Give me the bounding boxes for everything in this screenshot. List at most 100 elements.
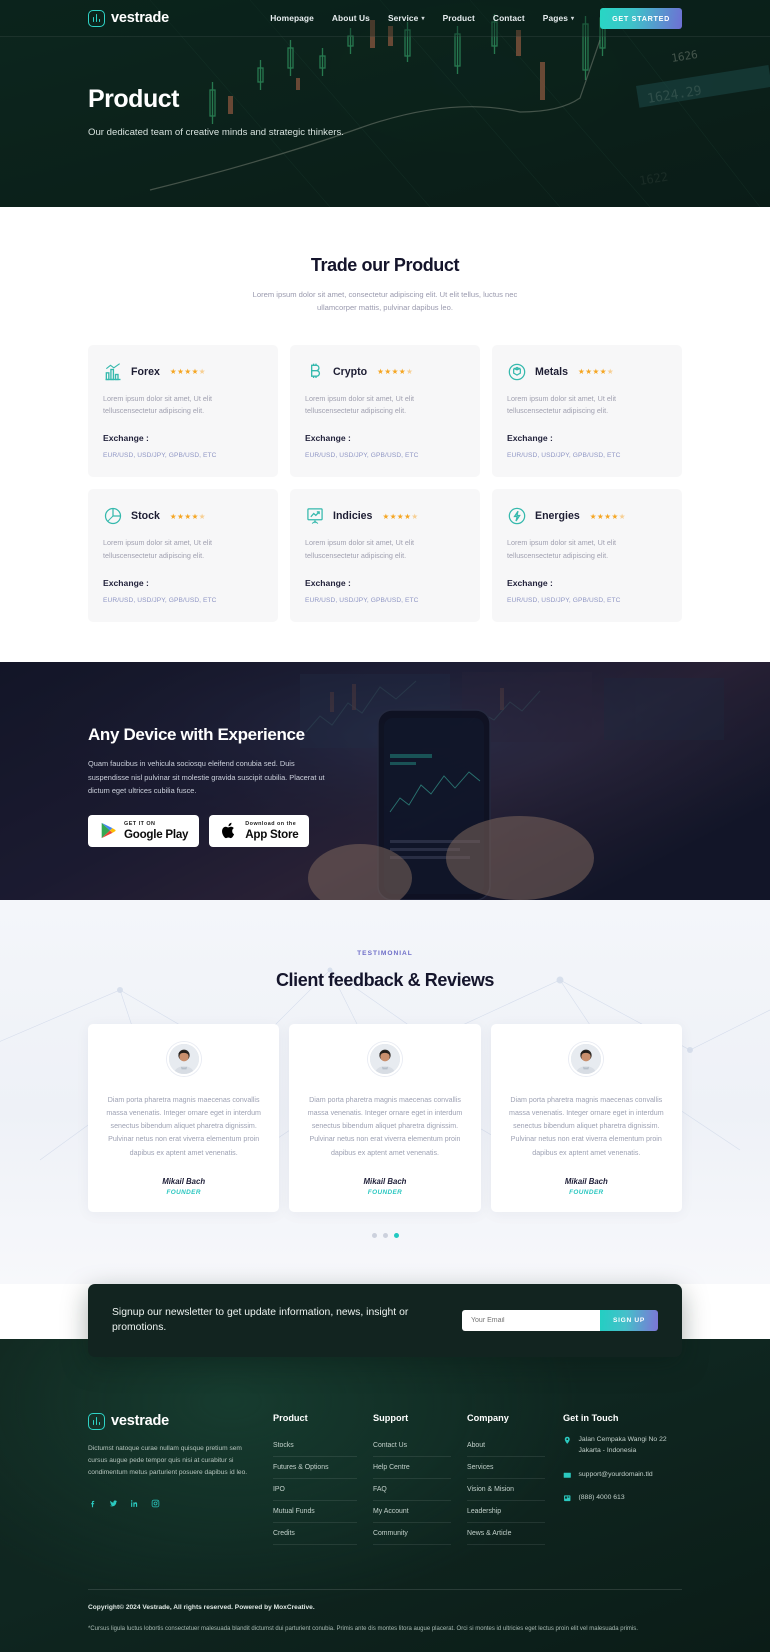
nav-item-pages[interactable]: Pages ▾ [543,13,574,23]
nav-item-service[interactable]: Service ▾ [388,13,425,23]
testimonial-role: FOUNDER [569,1188,604,1196]
footer-column-support: Support Contact Us Help Centre FAQ My Ac… [373,1413,467,1545]
footer-link[interactable]: Leadership [467,1501,545,1523]
male-avatar-photo [168,1044,199,1075]
badge-text: GET IT ON Google Play [124,821,189,841]
nav-label: About Us [331,13,370,23]
bolt-circle-icon [507,506,527,526]
product-card-energies[interactable]: Energies ★ ★ ★ ★ ★ Lorem ipsum dolor sit ame… [492,489,682,623]
avatar [367,1042,402,1077]
card-header: Crypto ★ ★ ★ ★ ★ [305,362,465,382]
copyright-text: Copyright© 2024 Vestrade, All rights res… [88,1603,315,1611]
get-started-button[interactable]: GET STARTED [600,7,682,29]
footer-link[interactable]: IPO [273,1479,357,1501]
product-name: Stock [131,510,160,523]
footer-link[interactable]: Mutual Funds [273,1501,357,1523]
nav-label: Service [387,13,419,23]
newsletter-form: SIGN UP [462,1309,658,1331]
footer-column-company: Company About Services Vision & Mision L… [467,1413,563,1545]
app-store-button[interactable]: Download on the App Store [209,815,310,847]
main-navigation: vestrade Homepage About Us Service ▾ Prod… [0,0,770,37]
facebook-icon[interactable] [88,1499,97,1508]
nav-item-product[interactable]: Product [443,13,475,23]
instagram-icon[interactable] [151,1499,160,1508]
contact-email[interactable]: support@yourdomain.tld [563,1470,682,1481]
sign-up-button[interactable]: SIGN UP [599,1309,658,1331]
testimonial-card[interactable]: Diam porta pharetra magnis maecenas conv… [490,1024,682,1212]
brand-logo[interactable]: vestrade [88,9,169,27]
device-section: Any Device with Experience Quam faucibus… [0,662,770,901]
footer-link[interactable]: Stocks [273,1435,357,1457]
footer-link[interactable]: News & Article [467,1523,545,1545]
testimonial-card[interactable]: Diam porta pharetra magnis maecenas conv… [289,1024,481,1212]
footer-link[interactable]: Help Centre [373,1457,451,1479]
product-card-indicies[interactable]: Indicies ★ ★ ★ ★ ★ Lorem ipsum dolor sit ame… [290,489,480,623]
exchange-label: Exchange : [103,433,149,444]
fine-print-text: *Cursus ligula luctus lobortis consectet… [88,1625,638,1632]
section-eyebrow: TESTIMONIAL [357,950,413,958]
footer-link[interactable]: Services [467,1457,545,1479]
carousel-dot-2[interactable] [382,1232,388,1238]
contact-phone[interactable]: (888) 4000 613 [563,1493,682,1504]
footer-logo[interactable]: vestrade [88,1412,273,1430]
device-content: Any Device with Experience Quam faucibus… [0,662,420,847]
cube-circle-icon [507,362,527,382]
linkedin-icon[interactable] [130,1499,139,1508]
testimonial-content: TESTIMONIAL Client feedback & Reviews Di… [88,950,682,1238]
footer-brand-column: vestrade Dictumst natoque curae nullam q… [88,1412,273,1545]
footer-link[interactable]: FAQ [373,1479,451,1501]
product-card-forex[interactable]: Forex ★ ★ ★ ★ ★ Lorem ipsum dolor sit amet, … [88,344,278,478]
apple-icon [222,823,235,839]
footer-link[interactable]: About [467,1435,545,1457]
nav-label: Contact [492,13,525,23]
card-header: Forex ★ ★ ★ ★ ★ [103,362,263,382]
product-name: Energies [535,510,580,523]
bar-chart-growth-icon [103,362,123,382]
chevron-down-icon: ▾ [421,15,425,22]
app-store-badges: GET IT ON Google Play Download on the Ap… [88,815,332,847]
twitter-icon[interactable] [109,1499,118,1508]
footer-link[interactable]: My Account [373,1501,451,1523]
exchange-pairs[interactable]: EUR/USD, USD/JPY, GPB/USD, ETC [507,597,667,604]
exchange-pairs[interactable]: EUR/USD, USD/JPY, GPB/USD, ETC [103,597,263,604]
carousel-dot-1[interactable] [371,1232,377,1238]
testimonial-card[interactable]: Diam porta pharetra magnis maecenas conv… [88,1024,280,1212]
email-input[interactable] [462,1309,600,1331]
product-card-grid: Forex ★ ★ ★ ★ ★ Lorem ipsum dolor sit amet, … [88,344,682,623]
nav-item-contact[interactable]: Contact [493,13,525,23]
footer-link[interactable]: Contact Us [373,1435,451,1457]
products-section: Trade our Product Lorem ipsum dolor sit … [0,207,770,663]
exchange-pairs[interactable]: EUR/USD, USD/JPY, GPB/USD, ETC [103,452,263,459]
exchange-label: Exchange : [305,578,351,589]
nav-item-about-us[interactable]: About Us [332,13,370,23]
device-description: Quam faucibus in vehicula sociosqu eleif… [88,759,325,795]
contact-text: (888) 4000 613 [578,1494,625,1502]
exchange-pairs[interactable]: EUR/USD, USD/JPY, GPB/USD, ETC [305,597,465,604]
exchange-pairs[interactable]: EUR/USD, USD/JPY, GPB/USD, ETC [305,452,465,459]
footer-column-title: Company [467,1412,509,1423]
product-card-stock[interactable]: Stock ★ ★ ★ ★ ★ Lorem ipsum dolor sit amet, … [88,489,278,623]
rating-stars: ★ ★ ★ ★ ★ [577,366,614,376]
envelope-icon [563,1471,572,1480]
carousel-dot-3-active[interactable] [393,1232,399,1238]
testimonial-author: Mikail Bach [564,1176,608,1186]
footer-link[interactable]: Credits [273,1523,357,1545]
product-card-metals[interactable]: Metals ★ ★ ★ ★ ★ Lorem ipsum dolor sit amet,… [492,344,682,478]
hero-subtitle: Our dedicated team of creative minds and… [88,127,344,138]
footer-column-title: Product [273,1412,308,1423]
nav-label: Product [442,13,475,23]
footer-link[interactable]: Futures & Options [273,1457,357,1479]
google-play-button[interactable]: GET IT ON Google Play [88,815,200,847]
footer-grid: vestrade Dictumst natoque curae nullam q… [88,1412,682,1545]
footer-column-product: Product Stocks Futures & Options IPO Mut… [273,1413,373,1545]
footer-link[interactable]: Community [373,1523,451,1545]
product-card-crypto[interactable]: Crypto ★ ★ ★ ★ ★ Lorem ipsum dolor sit amet,… [290,344,480,478]
nav-item-homepage[interactable]: Homepage [270,13,314,23]
device-title: Any Device with Experience [88,725,305,745]
testimonial-quote: Diam porta pharetra magnis maecenas conv… [307,1096,463,1157]
card-header: Indicies ★ ★ ★ ★ ★ [305,506,465,526]
landing-page: 1626 1624.29 1622 vestrade Homepage Abou… [0,0,770,1652]
badge-big-label: Google Play [124,827,189,841]
footer-link[interactable]: Vision & Mision [467,1479,545,1501]
exchange-pairs[interactable]: EUR/USD, USD/JPY, GPB/USD, ETC [507,452,667,459]
